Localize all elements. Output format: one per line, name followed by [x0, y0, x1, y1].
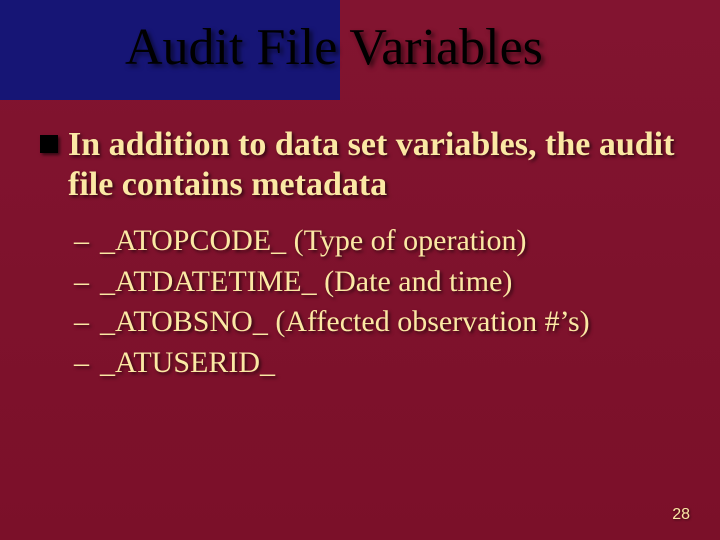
- dash-icon: –: [74, 262, 89, 303]
- sub-bullet-group: – _ATOPCODE_ (Type of operation) – _ATDA…: [40, 221, 680, 383]
- bullet-text: In addition to data set variables, the a…: [68, 126, 674, 203]
- dash-icon: –: [74, 302, 89, 343]
- dash-icon: –: [74, 221, 89, 262]
- sub-bullet-text: _ATOPCODE_ (Type of operation): [100, 224, 526, 257]
- page-number: 28: [672, 506, 690, 524]
- dash-icon: –: [74, 343, 89, 384]
- slide-title: Audit File Variables: [125, 18, 543, 77]
- sub-bullet-text: _ATOBSNO_ (Affected observation #’s): [100, 305, 590, 338]
- sub-bullet: – _ATOBSNO_ (Affected observation #’s): [74, 302, 680, 343]
- sub-bullet: – _ATOPCODE_ (Type of operation): [74, 221, 680, 262]
- sub-bullet-text: _ATDATETIME_ (Date and time): [100, 265, 512, 298]
- sub-bullet: – _ATUSERID_: [74, 343, 680, 384]
- sub-bullet-text: _ATUSERID_: [100, 346, 275, 379]
- slide-body: In addition to data set variables, the a…: [40, 125, 680, 383]
- slide: Audit File Variables In addition to data…: [0, 0, 720, 540]
- bullet-level1: In addition to data set variables, the a…: [40, 125, 680, 205]
- square-bullet-icon: [40, 135, 58, 153]
- sub-bullet: – _ATDATETIME_ (Date and time): [74, 262, 680, 303]
